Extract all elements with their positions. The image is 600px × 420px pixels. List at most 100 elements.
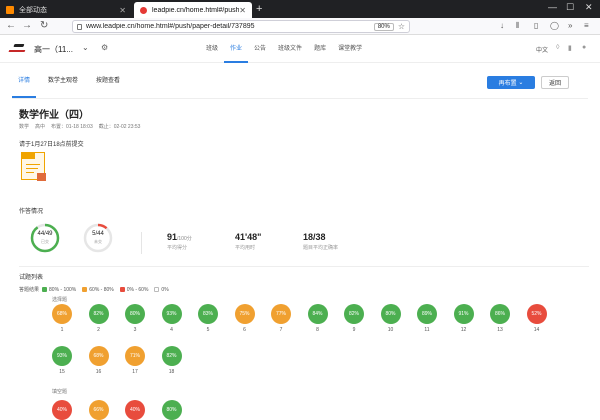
downloads-icon[interactable]: ↓ <box>500 21 504 30</box>
browser-tab-1[interactable]: 全部动态 ✕ <box>0 2 132 18</box>
chevron-down-icon[interactable]: ⌄ <box>82 43 89 52</box>
meta-subject: 数学 <box>19 124 30 130</box>
menu-icon[interactable]: ≡ <box>584 21 589 30</box>
nav-item-class[interactable]: 班级 <box>200 35 224 63</box>
question-result-bubble[interactable]: 86% <box>490 304 510 324</box>
question-number: 14 <box>533 327 540 333</box>
question-number: 8 <box>316 327 319 333</box>
assignment-instruction: 请于1月27日18点前提交 <box>19 142 84 148</box>
question-number: 6 <box>243 327 246 333</box>
question-result-bubble[interactable]: 89% <box>417 304 437 324</box>
question-number: 3 <box>133 327 137 333</box>
nav-item-question-bank[interactable]: 题库 <box>308 35 332 63</box>
question-result-bubble[interactable]: 68% <box>88 346 109 366</box>
question-number: 2 <box>97 327 100 333</box>
question-result-bubble[interactable]: 82% <box>88 304 109 324</box>
question-number: 10 <box>387 327 394 333</box>
back-button[interactable]: 返回 <box>541 76 569 89</box>
bell-icon[interactable]: ◊ <box>556 44 559 51</box>
question-result-bubble[interactable]: 80% <box>161 400 182 420</box>
new-tab-icon[interactable]: + <box>256 3 262 15</box>
avg-time-stat: 41'48" 平均用时 <box>235 232 261 251</box>
correct-rate-value: 18/38 <box>303 232 326 242</box>
tab-favicon-icon <box>140 6 147 14</box>
question-result-bubble[interactable]: 75% <box>234 304 255 324</box>
meta-assigned: 布置：01-18 18:03 <box>51 124 93 130</box>
legend-swatch <box>119 287 125 292</box>
question-result-bubble[interactable]: 91% <box>453 304 474 324</box>
language-selector[interactable]: 中文 <box>536 45 548 54</box>
window-close-icon[interactable]: ✕ <box>585 2 593 13</box>
address-bar[interactable]: www.leadpie.cn/home.html#/push/paper-det… <box>72 20 410 33</box>
subtab-by-question[interactable]: 按题查看 <box>90 64 126 98</box>
question-result-bubble[interactable]: 68% <box>52 304 72 324</box>
minimize-icon[interactable]: — <box>548 2 557 12</box>
maximize-icon[interactable]: ☐ <box>566 2 574 13</box>
nav-item-classroom[interactable]: 课堂教学 <box>332 35 368 63</box>
question-result-bubble[interactable]: 84% <box>307 304 328 324</box>
close-tab-icon[interactable]: ✕ <box>119 6 126 15</box>
extensions-icon[interactable]: » <box>568 21 572 30</box>
question-result-bubble[interactable]: 80% <box>125 304 145 324</box>
app-header: 高一（11... ⌄ ⚙ 班级 作业 公告 班级文件 题库 课堂教学 中文 ◊ … <box>0 35 600 63</box>
nav-item-notice[interactable]: 公告 <box>248 35 272 63</box>
avg-score-label: 平均得分 <box>167 245 188 251</box>
forward-arrow-icon[interactable]: → <box>22 20 32 31</box>
question-result-bubble[interactable]: 66% <box>88 400 109 420</box>
avg-score-stat: 91/100分 平均得分 <box>167 232 192 251</box>
question-result-bubble[interactable]: 52% <box>526 304 547 324</box>
question-result-bubble[interactable]: 93% <box>161 304 182 324</box>
question-number: 13 <box>497 327 503 333</box>
user-avatar[interactable]: ● <box>582 44 586 51</box>
account-icon[interactable]: ◯ <box>550 21 559 30</box>
question-result-bubble[interactable]: 40% <box>52 400 72 420</box>
question-result-bubble[interactable]: 71% <box>125 346 145 366</box>
avg-score-value: 91 <box>167 232 178 242</box>
close-tab-icon[interactable]: ✕ <box>239 6 246 15</box>
assignment-meta: 数学 高中 布置：01-18 18:03 截止：02-02 23:53 <box>19 123 140 130</box>
subtab-details[interactable]: 详情 <box>12 64 37 98</box>
content-area: 详情 数学主观卷 按题查看 再布置 ⌄ 返回 数学作业（四） 数学 高中 布置：… <box>0 64 600 420</box>
apps-icon[interactable]: ▮ <box>568 44 572 52</box>
question-number: 15 <box>59 369 65 375</box>
settings-icon[interactable]: ⚙ <box>101 43 108 52</box>
nav-item-files[interactable]: 班级文件 <box>272 35 308 63</box>
group-label-fill: 填空题 <box>52 389 68 395</box>
attachment-file-icon[interactable] <box>19 152 49 182</box>
legend-swatch <box>82 287 88 292</box>
logo-icon[interactable] <box>8 44 28 52</box>
unsubmitted-label: 未交 <box>94 239 102 244</box>
questions-section-title: 试题列表 <box>19 275 44 281</box>
bookmark-star-icon[interactable]: ☆ <box>398 22 405 31</box>
legend-swatch <box>154 287 160 292</box>
subtab-subjective[interactable]: 数学主观卷 <box>42 64 84 98</box>
unsubmitted-count: 5/44 <box>92 231 104 237</box>
sidebar-icon[interactable]: ▯ <box>534 21 538 30</box>
question-result-bubble[interactable]: 93% <box>52 346 72 366</box>
legend-text: 80% - 100% <box>49 286 77 293</box>
zoom-level[interactable]: 80% <box>373 22 394 31</box>
browser-tab-2[interactable]: leadpie.cn/home.html#/push ✕ <box>134 2 252 18</box>
library-icon[interactable]: ⫴ <box>516 21 519 31</box>
question-result-bubble[interactable]: 83% <box>198 304 218 324</box>
reassign-button-label: 再布置 <box>498 81 517 87</box>
submitted-count: 44/49 <box>37 231 53 237</box>
nav-item-homework[interactable]: 作业 <box>224 35 249 63</box>
question-result-bubble[interactable]: 77% <box>271 304 291 324</box>
question-number: 11 <box>424 327 430 333</box>
detail-subtabs: 详情 数学主观卷 按题查看 <box>12 64 132 98</box>
question-number: 17 <box>132 369 138 375</box>
question-result-bubble[interactable]: 40% <box>125 400 145 420</box>
class-selector[interactable]: 高一（11... <box>34 44 73 55</box>
legend-swatch <box>42 287 48 292</box>
back-arrow-icon[interactable]: ← <box>6 20 16 31</box>
question-result-bubble[interactable]: 80% <box>380 304 401 324</box>
question-number: 7 <box>279 327 283 333</box>
lock-icon <box>77 23 82 30</box>
question-result-bubble[interactable]: 82% <box>344 304 364 324</box>
reload-icon[interactable]: ↻ <box>40 20 48 31</box>
question-number: 5 <box>206 327 210 333</box>
question-result-bubble[interactable]: 82% <box>161 346 182 366</box>
tab-favicon-icon <box>6 6 14 14</box>
reassign-button[interactable]: 再布置 ⌄ <box>487 76 535 89</box>
